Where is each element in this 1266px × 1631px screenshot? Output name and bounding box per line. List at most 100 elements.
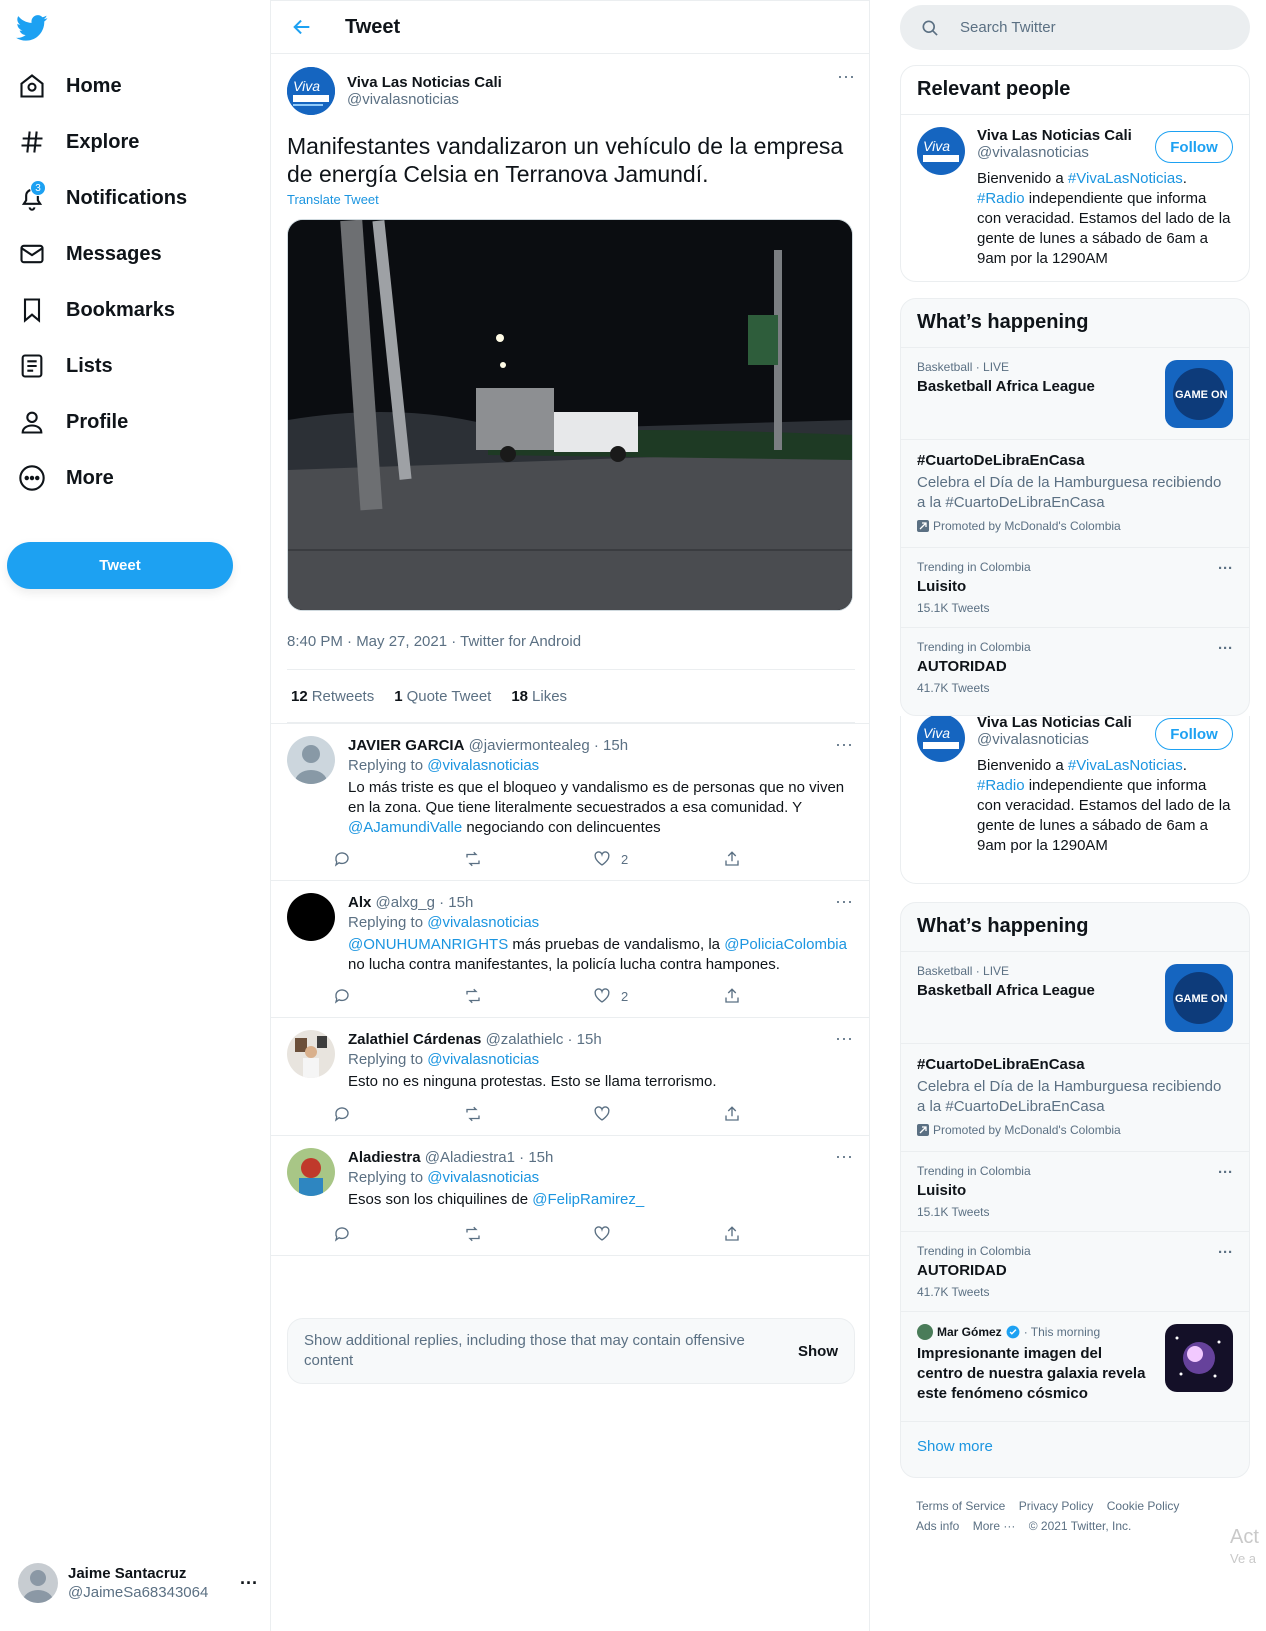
footer-link[interactable]: Terms of Service [916,1499,1005,1513]
mention-link[interactable]: @FelipRamirez_ [532,1191,644,1208]
like-button[interactable]: 2 [593,987,628,1005]
reply-tweet[interactable]: JAVIER GARCIA @javiermontealeg · 15h Rep… [271,723,869,881]
avatar[interactable] [287,1030,335,1078]
share-icon[interactable] [723,987,741,1005]
quotes-stat[interactable]: 1 Quote Tweet [394,688,491,705]
show-additional-replies[interactable]: Show additional replies, including those… [287,1318,855,1384]
nav-lists[interactable]: Lists [18,344,113,388]
search-input[interactable]: Search Twitter [960,19,1056,36]
reply-tweet[interactable]: Zalathiel Cárdenas @zalathielc · 15h Rep… [271,1018,869,1136]
replying-to-mention[interactable]: @vivalasnoticias [427,1169,539,1186]
svg-text:Viva: Viva [923,138,950,154]
more-dots-icon[interactable]: ··· [1218,1164,1233,1181]
nav-notifications[interactable]: 3 Notifications [18,176,187,220]
tweet-photo[interactable] [287,219,853,611]
show-more-link[interactable]: Show more [901,1422,1249,1474]
account-switcher[interactable]: Jaime Santacruz @JaimeSa68343064 ··· [18,1558,258,1608]
more-dots-icon[interactable]: ··· [1218,560,1233,577]
back-arrow-icon[interactable] [291,16,313,38]
avatar[interactable]: Viva [917,127,965,175]
trend-item[interactable]: Trending in Colombia Luisito 15.1K Tweet… [901,548,1249,628]
reply-icon[interactable] [333,1225,351,1243]
reply-author-name[interactable]: Alx [348,894,371,911]
reply-author-name[interactable]: Aladiestra [348,1149,421,1166]
like-button[interactable]: 2 [593,850,628,868]
retweet-icon[interactable] [463,1225,483,1243]
person-handle[interactable]: @vivalasnoticias [977,144,1089,161]
show-button[interactable]: Show [798,1343,838,1360]
replying-to-mention[interactable]: @vivalasnoticias [427,1051,539,1068]
nav-bookmarks[interactable]: Bookmarks [18,288,175,332]
nav-profile[interactable]: Profile [18,400,128,444]
trend-thumbnail: GAME ON [1165,360,1233,428]
footer-link[interactable]: More ··· [973,1519,1016,1533]
nav-messages[interactable]: Messages [18,232,162,276]
more-dots-icon[interactable]: ··· [1218,640,1233,657]
avatar[interactable]: Viva [917,716,965,762]
retweet-icon[interactable] [463,850,483,868]
follow-button[interactable]: Follow [1155,718,1233,750]
share-icon[interactable] [723,850,741,868]
share-icon[interactable] [723,1225,741,1243]
trend-item[interactable]: Basketball · LIVE Basketball Africa Leag… [901,348,1249,440]
more-dots-icon[interactable]: ··· [835,1146,853,1167]
replying-to-mention[interactable]: @vivalasnoticias [427,914,539,931]
tweet-compose-button[interactable]: Tweet [7,542,233,589]
retweets-stat[interactable]: 12 Retweets [291,688,374,705]
nav-home[interactable]: Home [18,64,122,108]
author-handle[interactable]: @vivalasnoticias [347,91,459,108]
more-dots-icon[interactable]: ··· [835,734,853,755]
follow-button[interactable]: Follow [1155,131,1233,163]
hashtag-link[interactable]: #Radio [977,777,1025,794]
search-box[interactable]: Search Twitter [900,5,1250,50]
avatar[interactable] [287,893,335,941]
avatar[interactable] [287,736,335,784]
news-item[interactable]: Mar Gómez · This morning Impresionante i… [901,1312,1249,1422]
avatar[interactable] [287,1148,335,1196]
like-button[interactable] [593,1225,611,1243]
show-additional-replies-text: Show additional replies, including those… [304,1332,745,1369]
reply-author-name[interactable]: Zalathiel Cárdenas [348,1031,481,1048]
reply-tweet[interactable]: Aladiestra @Aladiestra1 · 15h Replying t… [271,1136,869,1256]
more-dots-icon[interactable]: ··· [240,1573,258,1594]
mention-link[interactable]: @AJamundiValle [348,819,462,836]
reply-author-name[interactable]: JAVIER GARCIA [348,737,464,754]
person-name[interactable]: Viva Las Noticias Cali [977,716,1132,731]
mention-link[interactable]: @ONUHUMANRIGHTS [348,936,508,953]
nav-explore[interactable]: Explore [18,120,139,164]
reply-tweet[interactable]: Alx @alxg_g · 15h Replying to @vivalasno… [271,881,869,1018]
trend-item[interactable]: Trending in Colombia AUTORIDAD 41.7K Twe… [901,628,1249,708]
mention-link[interactable]: @PoliciaColombia [724,936,847,953]
more-dots-icon[interactable]: ··· [837,66,855,87]
share-icon[interactable] [723,1105,741,1123]
hashtag-link[interactable]: #Radio [977,190,1025,207]
twitter-logo-icon[interactable] [16,12,48,44]
retweet-icon[interactable] [463,1105,483,1123]
trend-item[interactable]: Trending in Colombia Luisito 15.1K Tweet… [901,1152,1249,1232]
author-name[interactable]: Viva Las Noticias Cali [347,74,502,91]
more-dots-icon[interactable]: ··· [835,1028,853,1049]
hashtag-link[interactable]: #VivaLasNoticias [1068,170,1183,187]
trend-item[interactable]: #CuartoDeLibraEnCasa Celebra el Día de l… [901,440,1249,548]
footer-link[interactable]: Ads info [916,1519,959,1533]
reply-icon[interactable] [333,1105,351,1123]
likes-stat[interactable]: 18 Likes [511,688,567,705]
more-dots-icon[interactable]: ··· [1218,1244,1233,1261]
reply-icon[interactable] [333,987,351,1005]
more-dots-icon[interactable]: ··· [835,891,853,912]
retweet-icon[interactable] [463,987,483,1005]
nav-more[interactable]: More [18,456,114,500]
trend-item[interactable]: #CuartoDeLibraEnCasa Celebra el Día de l… [901,1044,1249,1152]
footer-link[interactable]: Cookie Policy [1107,1499,1180,1513]
person-name[interactable]: Viva Las Noticias Cali [977,127,1132,144]
trend-item[interactable]: Basketball · LIVE Basketball Africa Leag… [901,952,1249,1044]
author-avatar[interactable]: Viva [287,67,335,115]
reply-icon[interactable] [333,850,351,868]
trend-item[interactable]: Trending in Colombia AUTORIDAD 41.7K Twe… [901,1232,1249,1312]
person-handle[interactable]: @vivalasnoticias [977,731,1089,748]
translate-tweet-link[interactable]: Translate Tweet [287,192,855,207]
footer-link[interactable]: Privacy Policy [1019,1499,1094,1513]
like-button[interactable] [593,1105,611,1123]
replying-to-mention[interactable]: @vivalasnoticias [427,757,539,774]
hashtag-link[interactable]: #VivaLasNoticias [1068,757,1183,774]
